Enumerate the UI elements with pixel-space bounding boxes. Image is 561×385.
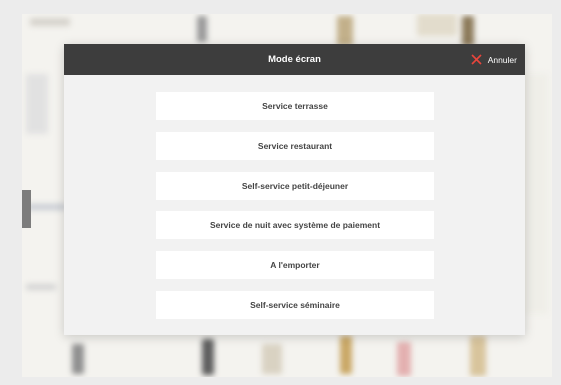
dialog-header: Mode écran Annuler <box>64 44 525 75</box>
close-icon <box>471 54 482 65</box>
option-a-emporter[interactable]: A l'emporter <box>156 251 434 280</box>
option-label: Self-service petit-déjeuner <box>241 180 349 191</box>
option-label: A l'emporter <box>270 260 320 271</box>
option-service-restaurant[interactable]: Service restaurant <box>156 131 434 160</box>
mode-options-list: Service terrasse Service restaurant Self… <box>156 92 434 331</box>
option-service-terrasse[interactable]: Service terrasse <box>156 92 434 120</box>
option-label: Service terrasse <box>262 101 328 111</box>
screen-mode-dialog: Mode écran Annuler Service terrasse Serv… <box>64 44 525 335</box>
option-label: Service restaurant <box>257 140 333 151</box>
dialog-title: Mode écran <box>268 54 321 65</box>
option-self-service-seminaire[interactable]: Self-service séminaire <box>156 290 434 319</box>
option-label: Service de nuit avec système de paiement <box>209 220 381 231</box>
option-self-service-petit-dejeuner[interactable]: Self-service petit-déjeuner <box>156 171 434 200</box>
cancel-button[interactable]: Annuler <box>471 44 517 75</box>
option-service-de-nuit[interactable]: Service de nuit avec système de paiement <box>156 211 434 240</box>
cancel-label: Annuler <box>487 54 517 65</box>
side-tab <box>22 190 31 228</box>
option-label: Self-service séminaire <box>250 299 340 310</box>
